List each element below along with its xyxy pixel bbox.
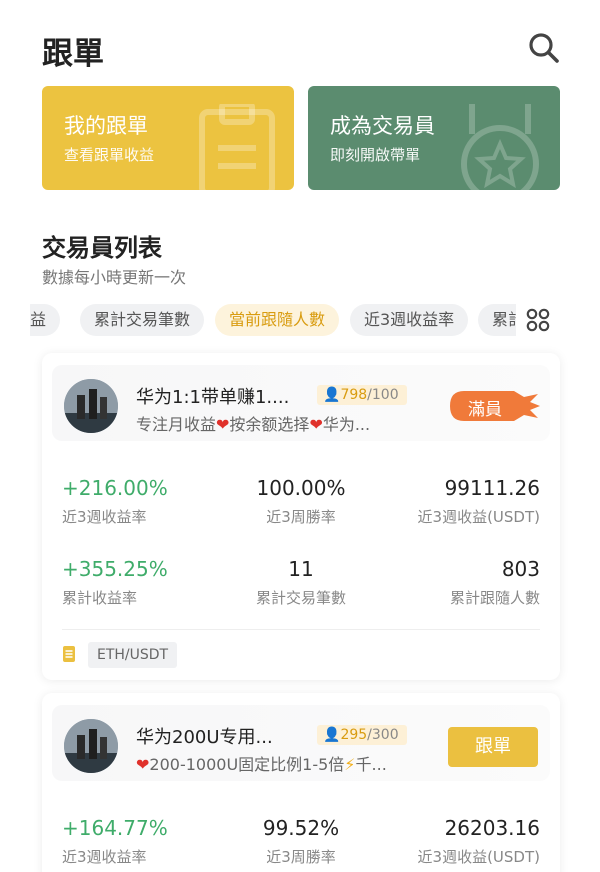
avatar[interactable] xyxy=(64,719,118,773)
become-trader-subtitle: 即刻開啟帶單 xyxy=(330,146,421,164)
my-copy-trading-card[interactable]: 我的跟單 查看跟單收益 xyxy=(42,86,294,190)
stat-3w-winrate: 99.52% 近3周勝率 xyxy=(241,816,361,867)
grid-icon xyxy=(526,308,550,332)
follower-max: /100 xyxy=(367,387,399,403)
stat-label: 近3週收益率 xyxy=(62,508,147,526)
stat-label: 近3週收益率 xyxy=(62,848,147,866)
trader-header: 华为1:1带单赚1.... 👤798/100 专注月收益❤按余额选择❤华为...… xyxy=(52,365,550,441)
stat-value: +355.25% xyxy=(62,557,168,581)
stat-total-return: +355.25% 累計收益率 xyxy=(62,557,168,608)
medal-icon xyxy=(461,104,539,190)
stat-label: 近3週收益(USDT) xyxy=(417,848,540,866)
trader-name: 华为200U专用... xyxy=(136,727,273,748)
stat-label: 累計跟隨人數 xyxy=(449,589,540,607)
heart-icon: ❤ xyxy=(136,755,150,774)
stat-value: 100.00% xyxy=(256,476,346,500)
follower-count-badge: 👤295/300 xyxy=(317,725,407,745)
full-status-badge: 滿員 xyxy=(450,391,540,421)
trading-pair-tag: ETH/USDT xyxy=(88,642,178,668)
stat-value: 99.52% xyxy=(262,816,340,840)
clipboard-icon xyxy=(199,104,275,190)
trader-avatar-image xyxy=(64,379,118,433)
trader-name: 华为1:1带单赚1.... xyxy=(136,387,290,408)
lightning-icon: ⚡ xyxy=(344,755,356,774)
stat-3w-profit: 99111.26 近3週收益(USDT) xyxy=(418,476,540,527)
stat-value: 26203.16 xyxy=(444,816,540,840)
become-trader-title: 成為交易員 xyxy=(330,114,435,138)
desc-part: 千... xyxy=(355,755,387,774)
desc-part: 专注月收益 xyxy=(136,415,217,434)
my-copy-trading-title: 我的跟單 xyxy=(64,114,148,138)
search-button[interactable] xyxy=(526,30,566,70)
sort-filter-bar: 益 累計交易筆數 當前跟隨人數 近3週收益率 累計 xyxy=(30,304,516,338)
stat-value: 99111.26 xyxy=(444,476,540,500)
follower-count: 798 xyxy=(340,387,368,403)
stat-3w-return: +164.77% 近3週收益率 xyxy=(62,816,168,867)
desc-part: 200-1000U固定比例1-5倍 xyxy=(149,755,345,774)
heart-icon: ❤ xyxy=(309,415,323,434)
person-icon: 👤 xyxy=(323,727,341,743)
stat-label: 近3周勝率 xyxy=(266,508,336,526)
divider xyxy=(62,629,540,630)
become-trader-card[interactable]: 成為交易員 即刻開啟帶單 xyxy=(308,86,560,190)
full-status-text: 滿員 xyxy=(468,400,502,420)
page-title: 跟單 xyxy=(42,36,104,72)
desc-part: 华为... xyxy=(322,415,371,434)
follow-button[interactable]: 跟單 xyxy=(448,727,538,767)
stat-3w-return: +216.00% 近3週收益率 xyxy=(62,476,168,527)
search-icon xyxy=(529,33,559,63)
trader-header: 华为200U专用... 👤295/300 ❤200-1000U固定比例1-5倍⚡… xyxy=(52,705,550,781)
stat-value: +216.00% xyxy=(62,476,168,500)
trader-list-title: 交易員列表 xyxy=(42,234,162,262)
filter-chip[interactable]: 累計交易筆數 xyxy=(80,304,205,336)
filter-chip-active[interactable]: 當前跟隨人數 xyxy=(215,304,340,336)
follower-count-badge: 👤798/100 xyxy=(317,385,407,405)
filter-chip[interactable]: 近3週收益率 xyxy=(350,304,469,336)
desc-part: 按余额选择 xyxy=(229,415,310,434)
heart-icon: ❤ xyxy=(216,415,230,434)
stat-label: 近3周勝率 xyxy=(266,848,336,866)
stat-3w-profit: 26203.16 近3週收益(USDT) xyxy=(418,816,540,867)
trader-description: ❤200-1000U固定比例1-5倍⚡千... xyxy=(136,751,387,775)
avatar[interactable] xyxy=(64,379,118,433)
trader-description: 专注月收益❤按余额选择❤华为... xyxy=(136,411,370,435)
trader-card[interactable]: 华为200U专用... 👤295/300 ❤200-1000U固定比例1-5倍⚡… xyxy=(42,693,560,872)
grid-view-button[interactable] xyxy=(526,308,550,332)
stat-total-trades: 11 累計交易筆數 xyxy=(241,557,361,608)
trader-card[interactable]: 华为1:1带单赚1.... 👤798/100 专注月收益❤按余额选择❤华为...… xyxy=(42,353,560,680)
stat-total-followers: 803 累計跟隨人數 xyxy=(450,557,540,608)
stat-3w-winrate: 100.00% 近3周勝率 xyxy=(241,476,361,527)
stat-label: 近3週收益(USDT) xyxy=(417,508,540,526)
stat-label: 累計交易筆數 xyxy=(255,589,346,607)
filter-chip[interactable]: 益 xyxy=(30,304,61,336)
filter-chip[interactable]: 累計 xyxy=(478,304,516,336)
trader-list-subtitle: 數據每小時更新一次 xyxy=(42,268,187,287)
follower-max: /300 xyxy=(367,727,399,743)
my-copy-trading-subtitle: 查看跟單收益 xyxy=(64,146,155,164)
follower-count: 295 xyxy=(340,727,368,743)
person-icon: 👤 xyxy=(323,387,341,403)
trader-avatar-image xyxy=(64,719,118,773)
coin-stack-icon xyxy=(63,646,75,662)
stat-label: 累計收益率 xyxy=(62,589,138,607)
top-bar: 跟單 xyxy=(0,0,600,95)
stat-value: 11 xyxy=(288,557,314,581)
stat-value: +164.77% xyxy=(62,816,168,840)
stat-value: 803 xyxy=(501,557,540,581)
